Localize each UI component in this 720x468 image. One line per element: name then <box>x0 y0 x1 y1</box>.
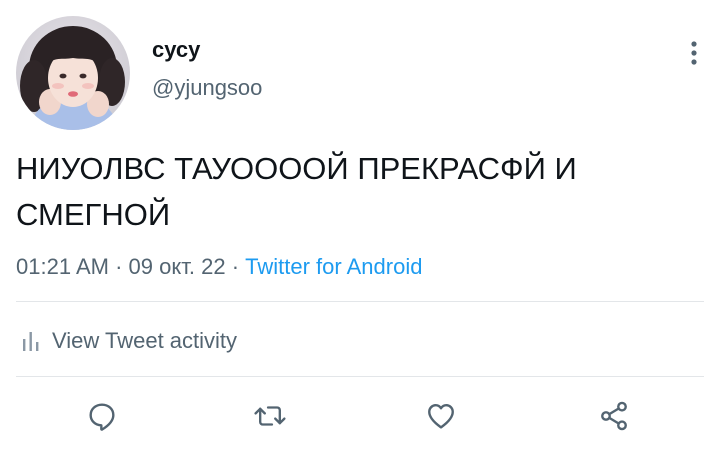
tweet-detail: сусу @yjungsoo НИУОЛВС ТАУООООЙ ПРЕКРАСФ… <box>0 0 720 468</box>
avatar-image <box>16 16 130 130</box>
tweet-date[interactable]: 09 окт. 22 <box>129 254 226 279</box>
avatar[interactable] <box>16 16 130 130</box>
reply-button[interactable] <box>82 396 122 436</box>
tweet-meta: 01:21 AM · 09 окт. 22 · Twitter for Andr… <box>16 253 422 281</box>
share-icon <box>601 401 627 431</box>
more-vertical-icon <box>691 41 697 65</box>
divider <box>16 376 704 377</box>
meta-separator: · <box>115 254 123 279</box>
more-options-button[interactable] <box>684 38 704 68</box>
display-name[interactable]: сусу <box>152 36 262 64</box>
retweet-icon <box>254 406 286 426</box>
tweet-time[interactable]: 01:21 AM <box>16 254 109 279</box>
tweet-actions <box>0 396 720 440</box>
view-tweet-activity-label: View Tweet activity <box>52 328 238 353</box>
like-button[interactable] <box>421 396 461 436</box>
reply-icon <box>89 403 115 431</box>
share-button[interactable] <box>594 396 634 436</box>
analytics-bars-icon <box>23 332 39 351</box>
heart-icon <box>428 404 454 429</box>
meta-separator: · <box>231 254 240 279</box>
user-names: сусу @yjungsoo <box>152 36 262 102</box>
divider <box>16 301 704 302</box>
tweet-source-link[interactable]: Twitter for Android <box>245 254 422 279</box>
view-tweet-activity-button[interactable]: View Tweet activity <box>22 326 237 356</box>
tweet-text: НИУОЛВС ТАУООООЙ ПРЕКРАСФЙ И СМЕГНОЙ <box>16 151 577 232</box>
user-handle[interactable]: @yjungsoo <box>152 74 262 102</box>
retweet-button[interactable] <box>250 396 290 436</box>
tweet-header: сусу @yjungsoo <box>16 16 704 130</box>
